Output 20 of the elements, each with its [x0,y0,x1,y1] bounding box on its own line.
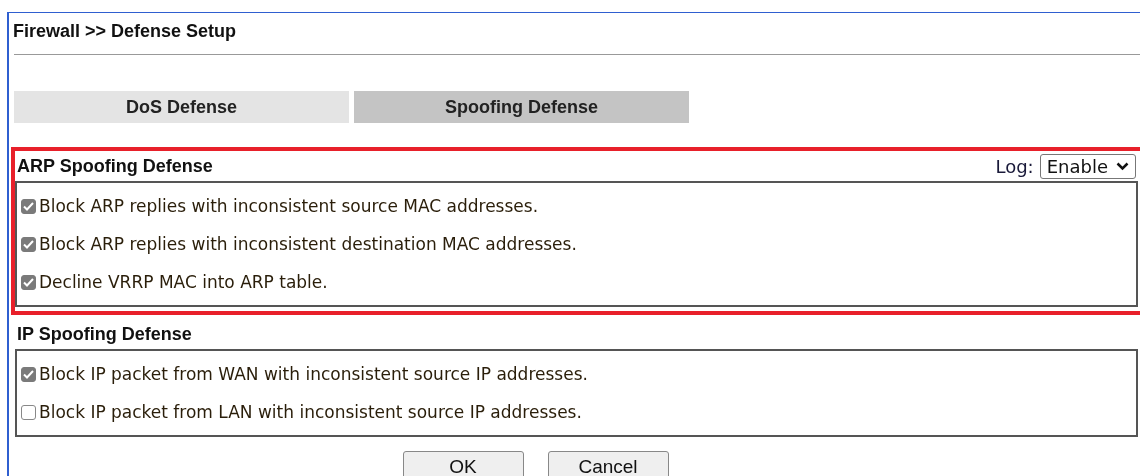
option-label: Block IP packet from LAN with inconsistent source IP addresses. [39,402,582,422]
option-label: Block IP packet from WAN with inconsistent source IP addresses. [39,364,588,384]
tab[interactable]: Spoofing Defense [354,91,689,123]
checkbox[interactable] [21,404,36,420]
section-title: ARP Spoofing Defense [16,155,213,177]
option-label: Decline VRRP MAC into ARP table. [39,272,328,292]
section-title: IP Spoofing Defense [16,323,192,345]
checkbox[interactable] [21,198,36,214]
checkbox[interactable] [21,366,36,382]
checkbox[interactable] [21,236,36,252]
page-title: Firewall >> Defense Setup [12,20,238,43]
ok-button[interactable]: OK [402,451,524,476]
checkbox[interactable] [21,274,36,290]
chevron-down-icon [1116,161,1129,171]
log-select[interactable]: Enable [1039,153,1136,179]
option-label: Block ARP replies with inconsistent destination MAC addresses. [39,234,577,254]
cancel-button[interactable]: Cancel [547,451,669,476]
log-label: Log: [995,155,1034,177]
option-label: Block ARP replies with inconsistent source MAC addresses. [39,196,539,216]
tab[interactable]: DoS Defense [14,91,349,123]
